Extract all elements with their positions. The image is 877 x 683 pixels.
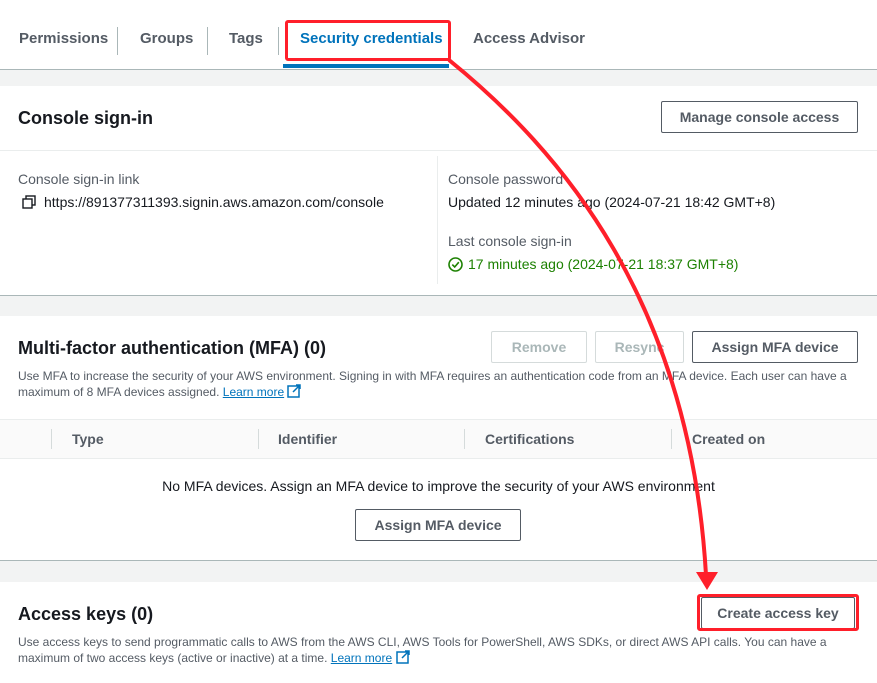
mfa-title: Multi-factor authentication (MFA) (0) — [18, 338, 326, 358]
access-keys-learn-more-link[interactable]: Learn more — [331, 651, 392, 665]
console-password-value: Updated 12 minutes ago (2024-07-21 18:42… — [448, 194, 776, 210]
mfa-empty-message: No MFA devices. Assign an MFA device to … — [162, 478, 715, 494]
external-link-icon[interactable] — [395, 650, 410, 668]
access-keys-description-line: maximum of two access keys (active or in… — [18, 650, 868, 668]
column-divider — [671, 429, 672, 449]
last-console-signin-label: Last console sign-in — [448, 233, 572, 249]
mfa-column-certifications[interactable]: Certifications — [485, 431, 574, 447]
access-keys-description: Use access keys to send programmatic cal… — [18, 634, 868, 668]
console-signin-link-value[interactable]: https://891377311393.signin.aws.amazon.c… — [44, 194, 384, 210]
empty-assign-mfa-device-button[interactable]: Assign MFA device — [355, 509, 521, 541]
external-link-icon[interactable] — [287, 384, 302, 402]
tab-permissions[interactable]: Permissions — [19, 30, 108, 47]
manage-console-access-button[interactable]: Manage console access — [661, 101, 858, 133]
resync-mfa-button[interactable]: Resync — [595, 331, 684, 363]
column-divider — [51, 429, 52, 449]
active-tab-indicator — [283, 64, 449, 68]
console-signin-title: Console sign-in — [18, 108, 153, 128]
mfa-learn-more-link[interactable]: Learn more — [223, 385, 284, 399]
copy-icon[interactable] — [22, 195, 38, 211]
tab-divider — [117, 27, 118, 55]
access-keys-description-line: Use access keys to send programmatic cal… — [18, 635, 827, 649]
column-divider — [258, 429, 259, 449]
mfa-column-identifier[interactable]: Identifier — [278, 431, 337, 447]
assign-mfa-device-button[interactable]: Assign MFA device — [692, 331, 858, 363]
panel-divider — [0, 150, 877, 151]
mfa-description-text: maximum of 8 MFA devices assigned. — [18, 385, 220, 399]
check-circle-icon — [448, 257, 464, 273]
tab-tags[interactable]: Tags — [229, 30, 263, 47]
column-divider — [464, 429, 465, 449]
console-signin-link-label: Console sign-in link — [18, 171, 140, 187]
access-keys-title: Access keys (0) — [18, 604, 154, 624]
tab-groups[interactable]: Groups — [140, 30, 193, 47]
mfa-column-created-on[interactable]: Created on — [692, 431, 765, 447]
annotation-highlight-security-tab — [285, 20, 451, 61]
last-console-signin-value: 17 minutes ago (2024-07-21 18:37 GMT+8) — [468, 256, 739, 272]
mfa-column-type[interactable]: Type — [72, 431, 104, 447]
console-password-label: Console password — [448, 171, 564, 187]
column-divider — [437, 156, 438, 284]
mfa-description: Use MFA to increase the security of your… — [18, 368, 868, 402]
console-signin-panel: Console sign-in Manage console access Co… — [0, 86, 877, 296]
access-keys-description-text: maximum of two access keys (active or in… — [18, 651, 328, 665]
mfa-description-line: Use MFA to increase the security of your… — [18, 369, 847, 383]
annotation-highlight-create-key — [697, 594, 859, 631]
tab-divider — [278, 27, 279, 55]
tab-access-advisor[interactable]: Access Advisor — [473, 30, 585, 47]
mfa-description-line: maximum of 8 MFA devices assigned. Learn… — [18, 384, 868, 402]
remove-mfa-button[interactable]: Remove — [491, 331, 587, 363]
tab-divider — [207, 27, 208, 55]
